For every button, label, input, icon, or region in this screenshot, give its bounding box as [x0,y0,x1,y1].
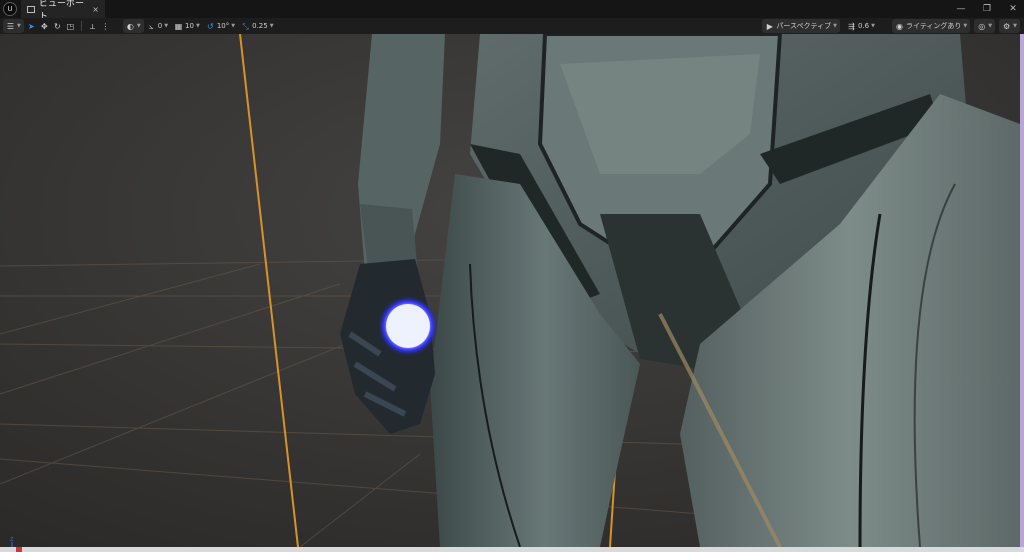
title-bar: U ビューポート × — ❐ ✕ [0,0,1024,22]
perspective-options-button[interactable]: ☰ ▼ [3,19,24,33]
axis-z-label: Z [10,537,14,543]
toolbar-right-group: ▶ パースペクティブ ▼ ⇶ 0.6 ▼ ◉ ライティングあり ▼ ◎ ▼ ⚙ ▼ [762,18,1020,34]
close-window-button[interactable]: ✕ [1008,4,1018,14]
grid-snap-value: 10 [185,22,194,30]
settings-icon: ⚙ [1003,21,1011,31]
lighting-mode-button[interactable]: ◉ ライティングあり ▼ [891,19,971,33]
surface-snap-icon: ◐ [126,21,134,31]
rotation-snap-value: 0 [157,22,163,30]
tab-viewport[interactable]: ビューポート × [21,0,105,22]
view-mode-label: パースペクティブ [776,22,832,30]
coordinate-system-icon[interactable]: ⟂ [88,22,97,31]
scale-snap-control[interactable]: ⤡ 0.25 ▼ [238,19,276,33]
rotation-snap-icon: ⦣ [148,21,154,31]
eye-icon: ◎ [978,21,986,31]
status-bar-edge [0,547,1024,552]
restore-button[interactable]: ❐ [982,4,992,14]
grid-snap-icon: ▦ [174,21,183,31]
side-panel-edge [1020,34,1024,552]
scale-icon[interactable]: ◳ [66,22,75,31]
minimize-button[interactable]: — [956,4,966,14]
close-tab-icon[interactable]: × [92,5,99,14]
lighting-icon: ◉ [895,21,903,31]
viewport-settings-button[interactable]: ⚙ ▼ [999,19,1020,33]
more-options-icon[interactable]: ⋮ [101,22,110,31]
rotate-icon[interactable]: ↻ [53,22,62,31]
scale-snap-icon: ⤡ [242,21,249,31]
status-indicator [16,547,22,552]
angle-snap-value: 10° [216,22,230,30]
grid-snap-control[interactable]: ▦ 10 ▼ [171,19,203,33]
rotation-snap-control[interactable]: ⦣ 0 ▼ [144,19,171,33]
camera-speed-control[interactable]: ⇶ 0.6 ▼ [844,19,878,33]
toolbar-divider [80,21,82,31]
surface-snap-button[interactable]: ◐ ▼ [122,19,144,33]
viewport-tab-icon [27,5,35,13]
viewport-scene [0,34,1020,547]
viewport-toolbar: ☰ ▼ ➤ ✥ ↻ ◳ ⟂ ⋮ ◐ ▼ ⦣ 0 ▼ ▦ 10 ▼ ↺ 10° ▼ ⤡ 0.… [0,18,1024,34]
show-flags-button[interactable]: ◎ ▼ [974,19,996,33]
3d-viewport[interactable]: Z Y [0,34,1020,547]
axis-gizmo: Z Y [10,537,14,547]
hamburger-menu-icon: ☰ [6,21,15,31]
glowing-orb-core [386,304,430,348]
scale-snap-value: 0.25 [252,22,268,30]
camera-icon: ▶ [766,21,773,31]
select-arrow-icon[interactable]: ➤ [27,22,36,31]
angle-snap-control[interactable]: ↺ 10° ▼ [203,19,238,33]
angle-snap-icon: ↺ [206,21,214,31]
camera-speed-icon: ⇶ [848,21,855,31]
unreal-logo-icon[interactable]: U [3,2,17,16]
transform-tools: ➤ ✥ ↻ ◳ ⟂ ⋮ [24,19,113,33]
camera-speed-value: 0.6 [857,22,870,30]
lighting-label: ライティングあり [905,22,962,30]
view-mode-button[interactable]: ▶ パースペクティブ ▼ [762,19,840,33]
window-controls: — ❐ ✕ [956,0,1018,18]
move-icon[interactable]: ✥ [40,22,49,31]
